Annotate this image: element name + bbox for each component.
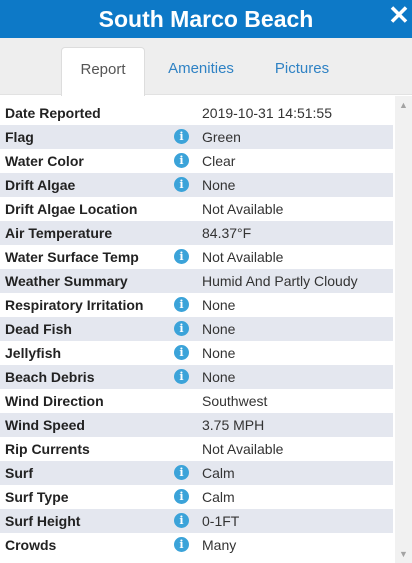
table-row: Beach Debris i None (0, 365, 393, 389)
close-icon[interactable]: ✕ (388, 0, 410, 30)
table-row: Wind Speed 3.75 MPH (0, 413, 393, 437)
header-bar: South Marco Beach ✕ (0, 0, 412, 38)
table-row: Dead Fish i None (0, 317, 393, 341)
table-row: Jellyfish i None (0, 341, 393, 365)
row-value: None (202, 369, 236, 385)
row-value: Calm (202, 465, 235, 481)
row-label: Drift Algae (5, 177, 76, 193)
tab-pictures[interactable]: Pictures (262, 47, 342, 94)
row-value: Green (202, 129, 241, 145)
row-value: Not Available (202, 441, 284, 457)
row-value: 84.37°F (202, 225, 252, 241)
row-value: None (202, 345, 236, 361)
info-icon[interactable]: i (174, 153, 189, 168)
info-icon[interactable]: i (174, 177, 189, 192)
table-row: Surf i Calm (0, 461, 393, 485)
table-row: Wind Direction Southwest (0, 389, 393, 413)
info-icon[interactable]: i (174, 369, 189, 384)
table-row: Water Surface Temp i Not Available (0, 245, 393, 269)
scroll-up-arrow-icon[interactable]: ▲ (395, 98, 412, 112)
row-value: 3.75 MPH (202, 417, 265, 433)
row-label: Wind Direction (5, 393, 104, 409)
row-value: 0-1FT (202, 513, 240, 529)
table-row: Water Color i Clear (0, 149, 393, 173)
row-value: None (202, 177, 236, 193)
tab-amenities[interactable]: Amenities (157, 47, 245, 94)
row-label: Drift Algae Location (5, 201, 138, 217)
info-icon[interactable]: i (174, 513, 189, 528)
row-value: Not Available (202, 201, 284, 217)
row-label: Surf (5, 465, 33, 481)
report-table: Date Reported 2019-10-31 14:51:55 Flag i Gre… (0, 101, 393, 557)
row-label: Air Temperature (5, 225, 113, 241)
row-label: Weather Summary (5, 273, 128, 289)
row-value: None (202, 297, 236, 313)
info-icon[interactable]: i (174, 537, 189, 552)
row-label: Crowds (5, 537, 57, 553)
row-value: Humid And Partly Cloudy (202, 273, 358, 289)
row-value: Not Available (202, 249, 284, 265)
table-row: Air Temperature 84.37°F (0, 221, 393, 245)
table-row: Weather Summary Humid And Partly Cloudy (0, 269, 393, 293)
tab-report[interactable]: Report (61, 47, 145, 96)
row-value: Southwest (202, 393, 268, 409)
info-icon[interactable]: i (174, 465, 189, 480)
row-label: Water Surface Temp (5, 249, 139, 265)
row-value: Many (202, 537, 237, 553)
row-label: Respiratory Irritation (5, 297, 144, 313)
row-label: Date Reported (5, 105, 101, 121)
table-row: Surf Type i Calm (0, 485, 393, 509)
row-value: 2019-10-31 14:51:55 (202, 105, 332, 121)
row-value: Clear (202, 153, 236, 169)
info-icon[interactable]: i (174, 321, 189, 336)
info-icon[interactable]: i (174, 129, 189, 144)
row-label: Jellyfish (5, 345, 62, 361)
table-row: Surf Height i 0-1FT (0, 509, 393, 533)
table-row: Respiratory Irritation i None (0, 293, 393, 317)
info-icon[interactable]: i (174, 345, 189, 360)
row-label: Flag (5, 129, 34, 145)
info-icon[interactable]: i (174, 489, 189, 504)
scrollbar[interactable]: ▲ ▼ (395, 96, 412, 563)
row-label: Rip Currents (5, 441, 90, 457)
row-label: Water Color (5, 153, 84, 169)
row-label: Surf Height (5, 513, 81, 529)
row-label: Wind Speed (5, 417, 85, 433)
table-row: Drift Algae i None (0, 173, 393, 197)
table-row: Rip Currents Not Available (0, 437, 393, 461)
row-value: None (202, 321, 236, 337)
info-icon[interactable]: i (174, 297, 189, 312)
table-row: Crowds i Many (0, 533, 393, 557)
row-label: Surf Type (5, 489, 69, 505)
table-row: Flag i Green (0, 125, 393, 149)
info-icon[interactable]: i (174, 249, 189, 264)
scroll-down-arrow-icon[interactable]: ▼ (395, 547, 412, 561)
tab-bar: Report Amenities Pictures (0, 38, 412, 96)
row-label: Beach Debris (5, 369, 95, 385)
table-row: Date Reported 2019-10-31 14:51:55 (0, 101, 393, 125)
table-row: Drift Algae Location Not Available (0, 197, 393, 221)
row-value: Calm (202, 489, 235, 505)
page-title: South Marco Beach (98, 6, 314, 32)
row-label: Dead Fish (5, 321, 72, 337)
